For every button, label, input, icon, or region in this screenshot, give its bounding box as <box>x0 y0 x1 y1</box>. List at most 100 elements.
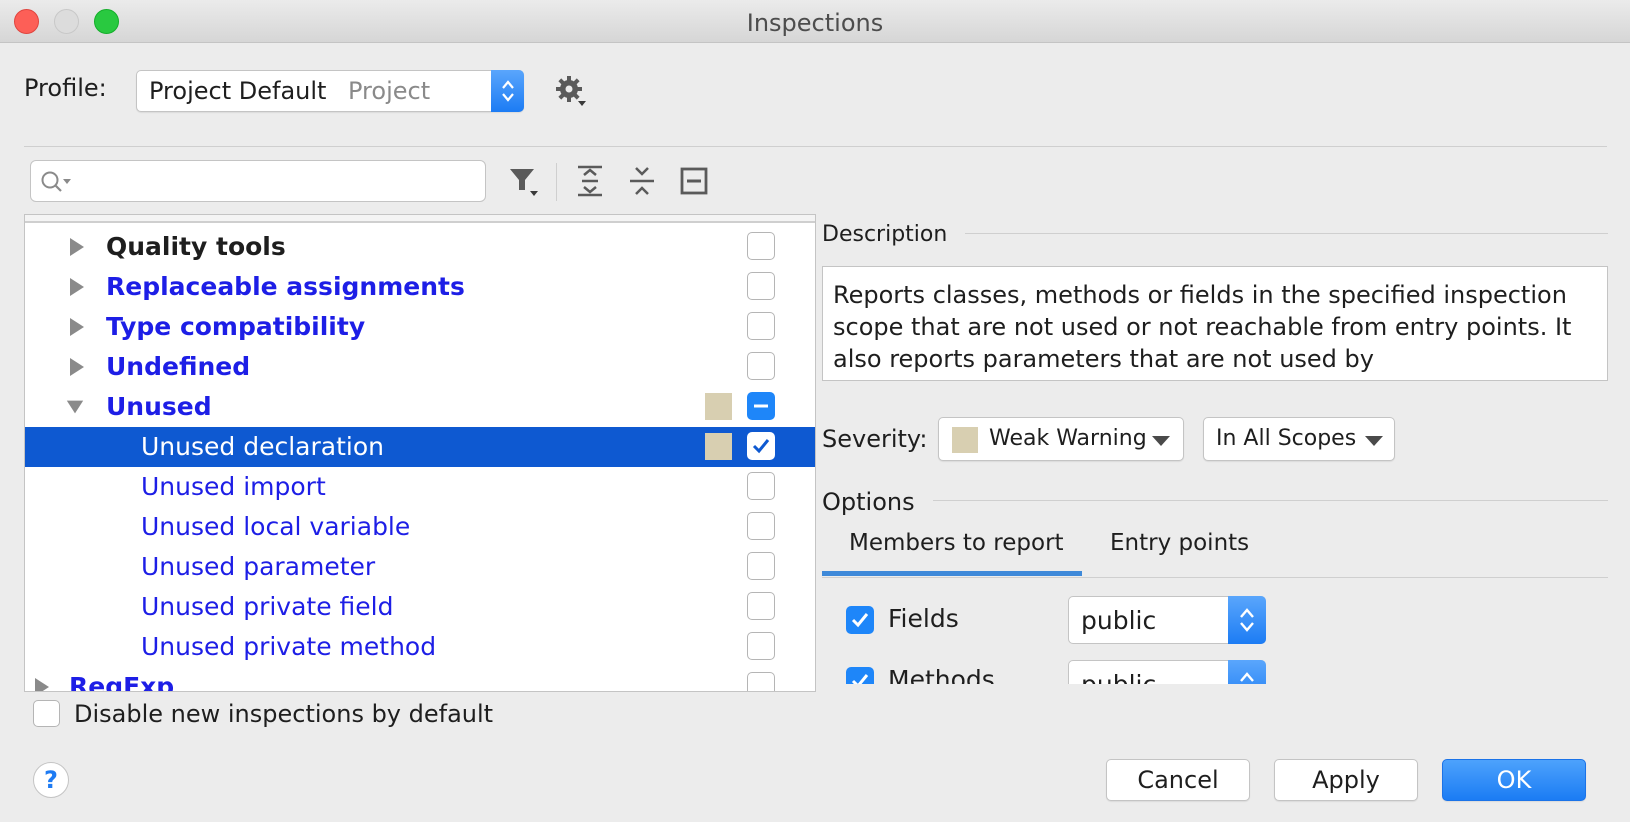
tree-row[interactable]: Unused local variable <box>25 507 815 547</box>
inspection-tree[interactable]: Quality tools Replaceable assignments Ty… <box>24 214 816 692</box>
severity-value: Weak Warning <box>989 426 1147 451</box>
enable-checkbox[interactable] <box>747 512 775 540</box>
tree-row-label: Quality tools <box>106 232 286 261</box>
disclosure-triangle-expanded-icon[interactable] <box>65 396 85 418</box>
toolbar-separator <box>556 163 557 201</box>
severity-color-swatch <box>705 433 732 460</box>
separator <box>24 146 1607 147</box>
dropdown-arrow-icon <box>1152 436 1170 446</box>
enable-checkbox[interactable] <box>747 272 775 300</box>
tree-row-label: Undefined <box>106 352 251 381</box>
severity-color-swatch <box>705 393 732 420</box>
help-button[interactable]: ? <box>33 762 69 798</box>
fields-checkbox[interactable] <box>846 606 874 634</box>
tree-row-label: Unused parameter <box>141 552 376 581</box>
tree-row[interactable]: Type compatibility <box>25 307 815 347</box>
tree-row[interactable]: Unused parameter <box>25 547 815 587</box>
tree-row-label: Replaceable assignments <box>106 272 465 301</box>
disclosure-triangle-icon[interactable] <box>67 236 87 258</box>
methods-visibility-value: public <box>1081 670 1156 684</box>
search-icon <box>41 171 71 192</box>
title-bar: Inspections <box>0 0 1630 43</box>
updown-chevron-icon <box>1228 660 1266 684</box>
description-text: Reports classes, methods or fields in th… <box>822 266 1608 381</box>
profile-scope: Project <box>348 77 431 105</box>
description-title: Description <box>822 222 948 247</box>
methods-label: Methods <box>888 665 995 684</box>
profile-select[interactable]: Project Default Project <box>136 70 524 112</box>
gear-icon[interactable] <box>554 74 588 108</box>
methods-visibility-select[interactable]: public <box>1068 660 1266 684</box>
tree-row[interactable]: Unused <box>25 387 815 427</box>
disclosure-triangle-icon[interactable] <box>32 676 52 692</box>
enable-checkbox[interactable] <box>747 312 775 340</box>
window-title: Inspections <box>746 9 884 37</box>
tree-row[interactable]: Undefined <box>25 347 815 387</box>
section-separator <box>965 233 1608 234</box>
scope-value: In All Scopes <box>1216 426 1357 451</box>
dropdown-arrow-icon <box>1365 436 1383 446</box>
collapse-all-icon[interactable] <box>624 163 660 199</box>
checkmark-icon <box>851 674 869 684</box>
tree-row[interactable]: Unused private method <box>25 627 815 667</box>
tree-row-selected[interactable]: Unused declaration <box>25 427 815 467</box>
filter-icon[interactable] <box>506 163 542 199</box>
section-separator <box>933 500 1608 501</box>
enable-checkbox[interactable] <box>747 592 775 620</box>
severity-label: Severity: <box>822 425 928 453</box>
tree-row-label: Unused <box>106 392 212 421</box>
profile-label: Profile: <box>24 74 107 102</box>
fields-visibility-select[interactable]: public <box>1068 596 1266 644</box>
enable-checkbox[interactable] <box>747 232 775 260</box>
checkmark-icon <box>752 439 770 454</box>
updown-chevron-icon <box>1228 596 1266 644</box>
severity-color-swatch <box>952 427 978 453</box>
reset-icon[interactable] <box>676 163 712 199</box>
fields-label: Fields <box>888 604 959 633</box>
cancel-button[interactable]: Cancel <box>1106 759 1250 801</box>
checkmark-icon <box>851 613 869 628</box>
search-input[interactable] <box>30 160 486 202</box>
fields-visibility-value: public <box>1081 606 1157 635</box>
disable-new-inspections-checkbox[interactable] <box>33 700 60 727</box>
methods-checkbox[interactable] <box>846 667 874 684</box>
severity-select[interactable]: Weak Warning <box>938 417 1184 461</box>
enable-checkbox[interactable] <box>747 472 775 500</box>
enable-checkbox[interactable] <box>747 432 775 460</box>
disclosure-triangle-icon[interactable] <box>67 316 87 338</box>
tree-row[interactable]: Unused import <box>25 467 815 507</box>
scope-select[interactable]: In All Scopes <box>1203 417 1395 461</box>
options-title: Options <box>822 488 915 516</box>
minus-icon <box>754 404 768 408</box>
tree-row-label: Unused private method <box>141 632 437 661</box>
updown-chevron-icon <box>491 70 524 112</box>
tree-row[interactable]: RegExp <box>25 667 815 692</box>
tree-row[interactable]: Replaceable assignments <box>25 267 815 307</box>
enable-checkbox[interactable] <box>747 552 775 580</box>
apply-button[interactable]: Apply <box>1274 759 1418 801</box>
tree-row-label: Unused import <box>141 472 326 501</box>
tree-row-label: Unused local variable <box>141 512 411 541</box>
enable-checkbox[interactable] <box>747 392 775 420</box>
ok-button[interactable]: OK <box>1442 759 1586 801</box>
tree-row-label: Unused private field <box>141 592 394 621</box>
tree-header <box>25 215 815 223</box>
expand-all-icon[interactable] <box>572 163 608 199</box>
tree-row-label: RegExp <box>69 672 175 692</box>
enable-checkbox[interactable] <box>747 672 775 691</box>
tree-row-label: Type compatibility <box>106 312 366 341</box>
tree-row[interactable]: Unused private field <box>25 587 815 627</box>
tab-members-to-report[interactable]: Members to report <box>849 530 1064 556</box>
tree-row[interactable]: Quality tools <box>25 227 815 267</box>
tree-row-label: Unused declaration <box>141 432 384 461</box>
help-icon: ? <box>44 766 58 794</box>
enable-checkbox[interactable] <box>747 352 775 380</box>
disclosure-triangle-icon[interactable] <box>67 276 87 298</box>
disclosure-triangle-icon[interactable] <box>67 356 87 378</box>
profile-name: Project Default <box>149 77 327 105</box>
enable-checkbox[interactable] <box>747 632 775 660</box>
tab-entry-points[interactable]: Entry points <box>1110 530 1249 556</box>
options-panel: Fields public Methods public <box>822 578 1608 684</box>
disable-new-inspections-label: Disable new inspections by default <box>74 700 494 728</box>
active-tab-indicator <box>822 571 1082 576</box>
